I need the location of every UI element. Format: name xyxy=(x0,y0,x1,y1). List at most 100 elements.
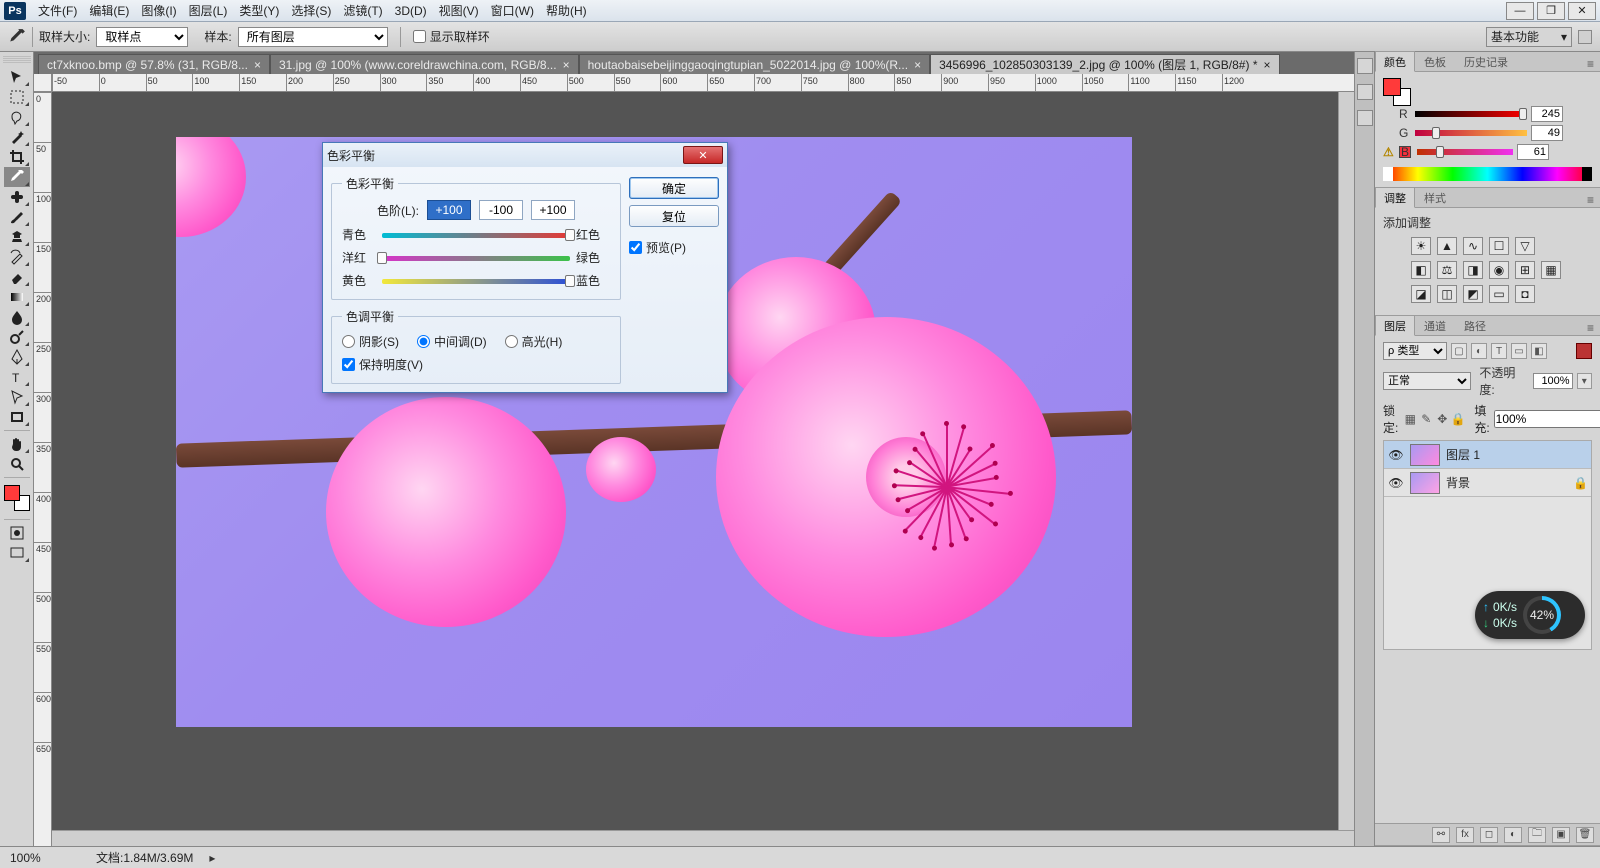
cyan-red-slider[interactable] xyxy=(382,228,570,242)
new-layer-icon[interactable]: ▣ xyxy=(1552,827,1570,843)
close-icon[interactable]: × xyxy=(254,58,261,72)
gradient-tool[interactable] xyxy=(4,287,30,307)
document-tab[interactable]: 31.jpg @ 100% (www.coreldrawchina.com, R… xyxy=(270,54,579,74)
menu-image[interactable]: 图像(I) xyxy=(135,0,182,22)
g-slider[interactable] xyxy=(1415,128,1527,138)
gamut-warning-icon[interactable]: ⚠ xyxy=(1383,145,1395,159)
posterize-icon[interactable]: ◫ xyxy=(1437,285,1457,303)
magic-wand-tool[interactable] xyxy=(4,127,30,147)
menu-select[interactable]: 选择(S) xyxy=(285,0,337,22)
path-selection-tool[interactable] xyxy=(4,387,30,407)
lock-pixels-icon[interactable]: ✎ xyxy=(1418,411,1434,427)
lock-position-icon[interactable]: ✥ xyxy=(1434,411,1450,427)
levels-input-cyan-red[interactable] xyxy=(427,200,471,220)
dialog-titlebar[interactable]: 色彩平衡 ✕ xyxy=(323,143,727,167)
delete-layer-icon[interactable]: 🗑 xyxy=(1576,827,1594,843)
color-tab[interactable]: 颜色 xyxy=(1375,51,1415,72)
levels-icon[interactable]: ▲ xyxy=(1437,237,1457,255)
document-tab[interactable]: houtaobaisebeijinggaoqingtupian_5022014.… xyxy=(579,54,930,74)
close-icon[interactable]: × xyxy=(1263,58,1270,72)
color-panel-swatches[interactable] xyxy=(1383,78,1411,106)
canvas[interactable]: 色彩平衡 ✕ 色彩平衡 色阶(L): xyxy=(52,92,1354,846)
history-brush-tool[interactable] xyxy=(4,247,30,267)
brightness-contrast-icon[interactable]: ☀ xyxy=(1411,237,1431,255)
channels-tab[interactable]: 通道 xyxy=(1415,315,1455,335)
link-layers-icon[interactable]: ⚯ xyxy=(1432,827,1450,843)
layers-list[interactable]: 👁 图层 1 👁 背景 🔒 ↑0K/s ↓0K/s xyxy=(1383,440,1592,650)
layer-thumbnail[interactable] xyxy=(1410,472,1440,494)
adjustment-layer-icon[interactable]: ◐ xyxy=(1504,827,1522,843)
blur-tool[interactable] xyxy=(4,307,30,327)
menu-edit[interactable]: 编辑(E) xyxy=(83,0,135,22)
vibrance-icon[interactable]: ▽ xyxy=(1515,237,1535,255)
exposure-icon[interactable]: ☐ xyxy=(1489,237,1509,255)
document-tab[interactable]: ct7xknoo.bmp @ 57.8% (31, RGB/8...× xyxy=(38,54,270,74)
document-tab[interactable]: 3456996_102850303139_2.jpg @ 100% (图层 1,… xyxy=(930,54,1279,74)
hue-saturation-icon[interactable]: ◧ xyxy=(1411,261,1431,279)
preserve-luminosity-checkbox[interactable]: 保持明度(V) xyxy=(342,356,610,373)
network-meter-overlay[interactable]: ↑0K/s ↓0K/s 42% xyxy=(1475,591,1585,639)
yellow-blue-slider[interactable] xyxy=(382,274,570,288)
preview-checkbox[interactable]: 预览(P) xyxy=(629,239,719,256)
group-icon[interactable]: 🗀 xyxy=(1528,827,1546,843)
layer-row[interactable]: 👁 背景 🔒 xyxy=(1384,469,1591,497)
fg-swatch[interactable] xyxy=(1383,78,1401,96)
sample-size-select[interactable]: 取样点 xyxy=(96,27,188,47)
blend-mode-select[interactable]: 正常 xyxy=(1383,372,1471,390)
fill-input[interactable] xyxy=(1494,410,1600,428)
visibility-toggle-icon[interactable]: 👁 xyxy=(1388,476,1404,490)
eyedropper-tool[interactable] xyxy=(4,167,30,187)
lock-all-icon[interactable]: 🔒 xyxy=(1450,411,1466,427)
g-input[interactable] xyxy=(1531,125,1563,141)
menu-window[interactable]: 窗口(W) xyxy=(485,0,540,22)
black-white-icon[interactable]: ◨ xyxy=(1463,261,1483,279)
pen-tool[interactable] xyxy=(4,347,30,367)
filter-adjustment-icon[interactable]: ◐ xyxy=(1471,343,1487,359)
window-minimize-button[interactable]: — xyxy=(1506,2,1534,20)
quick-mask-toggle[interactable] xyxy=(4,523,30,543)
b-input[interactable] xyxy=(1517,144,1549,160)
options-bar-grip-icon[interactable] xyxy=(1578,30,1592,44)
menu-file[interactable]: 文件(F) xyxy=(32,0,83,22)
invert-icon[interactable]: ◪ xyxy=(1411,285,1431,303)
close-icon[interactable]: × xyxy=(914,58,921,72)
show-sampling-ring-checkbox[interactable]: 显示取样环 xyxy=(413,28,490,45)
ok-button[interactable]: 确定 xyxy=(629,177,719,199)
menu-help[interactable]: 帮助(H) xyxy=(540,0,593,22)
styles-tab[interactable]: 样式 xyxy=(1415,187,1455,207)
magenta-green-slider[interactable] xyxy=(382,251,570,265)
character-panel-icon[interactable] xyxy=(1357,84,1373,100)
dialog-close-button[interactable]: ✕ xyxy=(683,146,723,164)
menu-type[interactable]: 类型(Y) xyxy=(233,0,285,22)
paragraph-panel-icon[interactable] xyxy=(1357,110,1373,126)
hand-tool[interactable] xyxy=(4,434,30,454)
foreground-color-swatch[interactable] xyxy=(4,485,20,501)
sample-layers-select[interactable]: 所有图层 xyxy=(238,27,388,47)
menu-layer[interactable]: 图层(L) xyxy=(183,0,234,22)
selective-color-icon[interactable]: ◘ xyxy=(1515,285,1535,303)
visibility-toggle-icon[interactable]: 👁 xyxy=(1388,448,1404,462)
zoom-tool[interactable] xyxy=(4,454,30,474)
color-lookup-icon[interactable]: ▦ xyxy=(1541,261,1561,279)
layers-tab[interactable]: 图层 xyxy=(1375,315,1415,336)
r-slider[interactable] xyxy=(1415,109,1527,119)
panel-menu-icon[interactable]: ≡ xyxy=(1581,57,1600,71)
filter-type-icon[interactable]: T xyxy=(1491,343,1507,359)
reset-button[interactable]: 复位 xyxy=(629,205,719,227)
gradient-map-icon[interactable]: ▭ xyxy=(1489,285,1509,303)
histogram-panel-icon[interactable] xyxy=(1357,58,1373,74)
layer-thumbnail[interactable] xyxy=(1410,444,1440,466)
levels-input-yellow-blue[interactable] xyxy=(531,200,575,220)
layer-row[interactable]: 👁 图层 1 xyxy=(1384,441,1591,469)
dodge-tool[interactable] xyxy=(4,327,30,347)
layer-mask-icon[interactable]: ◻ xyxy=(1480,827,1498,843)
close-icon[interactable]: × xyxy=(563,58,570,72)
layer-style-icon[interactable]: fx xyxy=(1456,827,1474,843)
menu-filter[interactable]: 滤镜(T) xyxy=(337,0,388,22)
opacity-input[interactable] xyxy=(1533,373,1573,389)
move-tool[interactable] xyxy=(4,67,30,87)
vertical-scrollbar[interactable] xyxy=(1338,92,1354,830)
layer-name[interactable]: 图层 1 xyxy=(1446,446,1587,463)
screen-mode-toggle[interactable] xyxy=(4,543,30,563)
swatches-tab[interactable]: 色板 xyxy=(1415,51,1455,71)
